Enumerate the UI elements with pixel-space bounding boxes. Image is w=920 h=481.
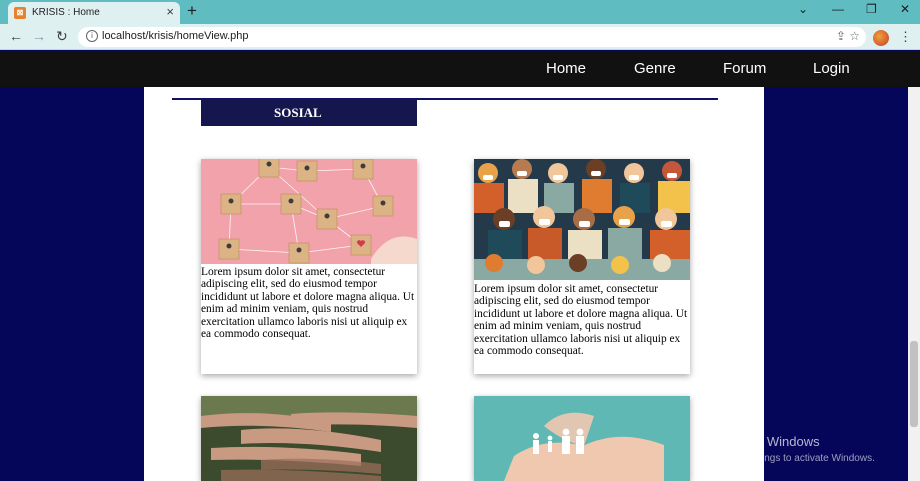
reload-icon[interactable]: ↻: [56, 28, 68, 45]
stacked-hands-image: [201, 396, 417, 481]
activate-windows-subtitle: Go to Settings to activate Windows.: [717, 453, 875, 464]
site-nav: Home Genre Forum Login: [0, 51, 920, 87]
close-window-icon[interactable]: ✕: [900, 2, 910, 16]
nav-genre[interactable]: Genre: [634, 60, 676, 77]
xampp-icon: ⊠: [14, 7, 26, 19]
activate-windows-title: Activate Windows: [717, 434, 820, 449]
article-card[interactable]: Lorem ipsum dolor sit amet, consectetur …: [201, 159, 417, 374]
page-scrollbar[interactable]: [908, 87, 920, 481]
crowd-masks-image: [474, 159, 690, 280]
tab-title: KRISIS : Home: [32, 7, 100, 18]
close-tab-icon[interactable]: ×: [166, 4, 174, 19]
profile-avatar[interactable]: [873, 30, 889, 46]
article-card[interactable]: Lorem ipsum dolor sit amet, consectetur …: [474, 159, 690, 374]
scroll-thumb[interactable]: [910, 341, 918, 427]
nav-login[interactable]: Login: [813, 60, 850, 77]
new-tab-button[interactable]: +: [187, 1, 197, 21]
browser-tab[interactable]: ⊠ KRISIS : Home ×: [8, 2, 180, 24]
article-card[interactable]: [201, 396, 417, 481]
nav-home[interactable]: Home: [546, 60, 586, 77]
network-cubes-image: [201, 159, 417, 264]
url-field[interactable]: i localhost/krisis/homeView.php ⇪ ☆: [78, 27, 866, 47]
card-text: Lorem ipsum dolor sit amet, consectetur …: [474, 283, 688, 358]
card-text: Lorem ipsum dolor sit amet, consectetur …: [201, 266, 415, 341]
browser-menu-icon[interactable]: ⋮: [899, 29, 912, 45]
browser-tab-bar: ⊠ KRISIS : Home × + ⌄ — ❐ ✕: [0, 0, 920, 24]
family-hands-image: [474, 396, 690, 481]
share-bookmark-icons[interactable]: ⇪ ☆: [836, 29, 860, 43]
forward-icon[interactable]: →: [32, 28, 46, 44]
tab-search-icon[interactable]: ⌄: [798, 2, 808, 16]
address-bar-row: ← → ↻ i localhost/krisis/homeView.php ⇪ …: [0, 24, 920, 50]
section-title: SOSIAL: [201, 100, 417, 126]
info-icon[interactable]: i: [86, 30, 98, 42]
back-icon[interactable]: ←: [9, 28, 23, 44]
article-card[interactable]: [474, 396, 690, 481]
nav-forum[interactable]: Forum: [723, 60, 766, 77]
restore-icon[interactable]: ❐: [866, 2, 877, 16]
url-text: localhost/krisis/homeView.php: [102, 30, 249, 42]
minimize-icon[interactable]: —: [832, 2, 844, 16]
